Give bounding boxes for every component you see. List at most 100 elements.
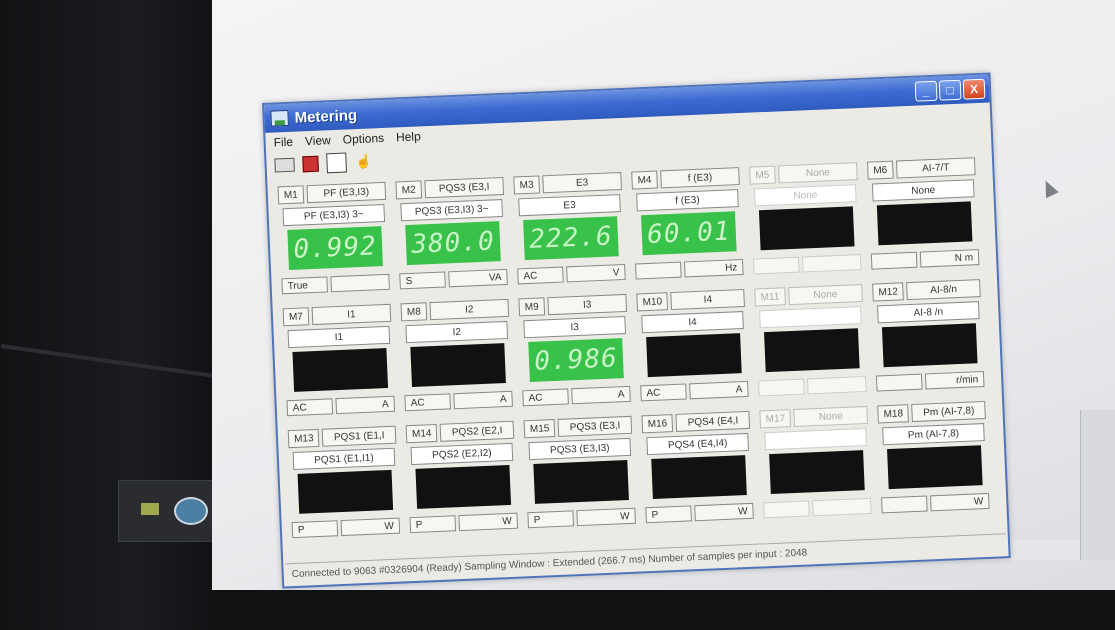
meter-unit-button[interactable] xyxy=(807,375,867,395)
meter-mode-button[interactable] xyxy=(875,373,923,392)
meter-unit-button[interactable]: A xyxy=(453,390,513,410)
meter-id-button[interactable]: M15 xyxy=(523,419,556,439)
meter-id-button[interactable]: M8 xyxy=(400,302,428,322)
menu-view[interactable]: View xyxy=(305,133,331,148)
meter-unit-button[interactable] xyxy=(812,497,872,517)
minimize-button[interactable]: _ xyxy=(914,80,938,102)
meter-function-button[interactable]: PQS2 (E2,I xyxy=(440,420,515,442)
print-icon[interactable] xyxy=(274,157,295,173)
meter-id-button[interactable]: M7 xyxy=(282,307,310,327)
meter-panel-m10[interactable]: M10 I4 I4 AC A xyxy=(634,287,753,412)
meter-function-button[interactable]: E3 xyxy=(542,172,622,194)
meter-mode-button[interactable]: P xyxy=(409,515,457,534)
meter-unit-button[interactable]: r/min xyxy=(924,371,985,390)
meter-id-button[interactable]: M10 xyxy=(636,292,669,312)
meter-panel-m6[interactable]: M6 AI-7/T None N m xyxy=(865,155,984,280)
menu-options[interactable]: Options xyxy=(342,131,384,147)
meter-id-button[interactable]: M1 xyxy=(277,185,305,205)
meter-id-button[interactable]: M11 xyxy=(754,287,786,307)
meter-id-button[interactable]: M9 xyxy=(518,297,546,317)
meter-mode-button[interactable]: True xyxy=(281,276,328,295)
maximize-button[interactable]: □ xyxy=(938,79,962,101)
meter-id-button[interactable]: M3 xyxy=(513,175,540,195)
meter-panel-m9[interactable]: M9 I3 I3 0.986 AC A xyxy=(516,292,635,417)
meter-panel-m2[interactable]: M2 PQS3 (E3,I PQS3 (E3,I3) 3~ 380.0 S VA xyxy=(393,175,512,300)
meter-unit-button[interactable]: W xyxy=(930,492,990,512)
meter-panel-m1[interactable]: M1 PF (E3,I3) PF (E3,I3) 3~ 0.992 True xyxy=(275,180,394,305)
meter-mode-button[interactable]: AC xyxy=(640,383,687,402)
meter-function-button[interactable]: I2 xyxy=(429,298,510,321)
meter-panel-m5[interactable]: M5 None None xyxy=(747,160,866,285)
meter-function-button[interactable]: Pm (AI-7,8) xyxy=(911,400,986,423)
meter-function-button[interactable]: None xyxy=(793,405,868,427)
meter-function-button[interactable]: AI-7/T xyxy=(895,157,976,179)
meter-mode-button[interactable]: P xyxy=(527,510,574,529)
meter-mode-button[interactable] xyxy=(881,495,928,514)
meter-panel-m8[interactable]: M8 I2 I2 AC A xyxy=(398,297,517,422)
meter-mode-button[interactable]: P xyxy=(645,505,692,524)
meter-function-button[interactable]: PQS3 (E3,I xyxy=(424,176,505,199)
meter-panel-m3[interactable]: M3 E3 E3 222.6 AC V xyxy=(511,170,630,295)
menu-file[interactable]: File xyxy=(273,135,293,150)
meter-unit-button[interactable]: W xyxy=(458,512,519,532)
meter-unit-button[interactable]: W xyxy=(694,502,754,522)
meter-unit-button[interactable]: W xyxy=(576,507,636,527)
meter-mode-button[interactable]: AC xyxy=(517,266,564,285)
meter-panel-m17[interactable]: M17 None xyxy=(757,404,876,529)
meter-unit-button[interactable]: A xyxy=(335,395,396,415)
red-settings-icon[interactable] xyxy=(302,155,319,173)
meter-mode-button[interactable] xyxy=(763,500,810,519)
meter-id-button[interactable]: M18 xyxy=(877,404,910,424)
meter-mode-button[interactable]: AC xyxy=(522,388,569,407)
menu-help[interactable]: Help xyxy=(396,129,421,144)
meter-mode-button[interactable] xyxy=(635,261,682,280)
meter-unit-button[interactable]: V xyxy=(566,263,626,283)
meter-panel-m15[interactable]: M15 PQS3 (E3,I PQS3 (E3,I3) P W xyxy=(521,414,640,539)
meter-function-button[interactable]: I1 xyxy=(311,303,392,326)
meter-id-button[interactable]: M16 xyxy=(641,414,674,434)
meter-unit-button[interactable]: Hz xyxy=(684,258,744,278)
meter-mode-button[interactable] xyxy=(752,256,800,275)
meter-mode-button[interactable]: P xyxy=(291,520,339,539)
meter-function-button[interactable]: PF (E3,I3) xyxy=(306,181,387,204)
meter-panel-m12[interactable]: M12 AI-8/n AI-8 /n r/min xyxy=(870,277,989,402)
meter-panel-m13[interactable]: M13 PQS1 (E1,I PQS1 (E1,I1) P W xyxy=(286,424,405,549)
meter-function-button[interactable]: None xyxy=(787,284,863,306)
meter-unit-button[interactable]: N m xyxy=(919,249,980,268)
meter-mode-button[interactable]: AC xyxy=(286,398,334,417)
meter-id-button[interactable]: M17 xyxy=(759,409,792,429)
meter-id-button[interactable]: M4 xyxy=(631,170,658,190)
meter-panel-m4[interactable]: M4 f (E3) f (E3) 60.01 Hz xyxy=(629,165,748,290)
meter-mode-button[interactable] xyxy=(870,251,918,270)
meter-id-button[interactable]: M12 xyxy=(872,282,905,302)
meter-unit-button[interactable] xyxy=(801,254,862,273)
meter-id-button[interactable]: M5 xyxy=(749,165,776,185)
meter-unit-button[interactable] xyxy=(330,273,390,293)
meter-function-button[interactable]: PQS1 (E1,I xyxy=(322,425,397,447)
meter-function-button[interactable]: AI-8/n xyxy=(906,279,981,301)
meter-id-button[interactable]: M2 xyxy=(395,180,423,200)
meter-unit-button[interactable]: A xyxy=(571,385,631,405)
meter-unit-button[interactable]: VA xyxy=(448,268,508,288)
meter-panel-m7[interactable]: M7 I1 I1 AC A xyxy=(281,302,400,427)
meter-id-button[interactable]: M13 xyxy=(287,428,320,449)
meter-unit-button[interactable]: A xyxy=(689,380,749,400)
meter-function-button[interactable]: I4 xyxy=(670,288,745,311)
meter-function-button[interactable]: PQS4 (E4,I xyxy=(675,410,751,432)
meter-unit-button[interactable]: W xyxy=(340,517,401,537)
meter-function-button[interactable]: None xyxy=(777,162,858,184)
meter-function-button[interactable]: f (E3) xyxy=(660,167,740,189)
meter-id-button[interactable]: M6 xyxy=(866,160,894,180)
meter-panel-m14[interactable]: M14 PQS2 (E2,I PQS2 (E2,I2) P W xyxy=(404,419,523,544)
meter-mode-button[interactable]: S xyxy=(399,271,446,290)
meter-mode-button[interactable]: AC xyxy=(404,393,451,412)
cursor-sequence-icon[interactable]: ☝ xyxy=(354,152,373,171)
meter-panel-m11[interactable]: M11 None xyxy=(752,282,871,407)
meter-mode-button[interactable] xyxy=(758,378,805,397)
meter-id-button[interactable]: M14 xyxy=(405,423,438,444)
meter-panel-m16[interactable]: M16 PQS4 (E4,I PQS4 (E4,I4) P W xyxy=(639,409,758,534)
meter-function-button[interactable]: PQS3 (E3,I xyxy=(557,415,633,437)
copy-icon[interactable] xyxy=(326,152,347,174)
close-button[interactable]: X xyxy=(962,78,986,100)
metering-window[interactable]: Metering _ □ X File View Options Help ☝ … xyxy=(262,72,1011,589)
